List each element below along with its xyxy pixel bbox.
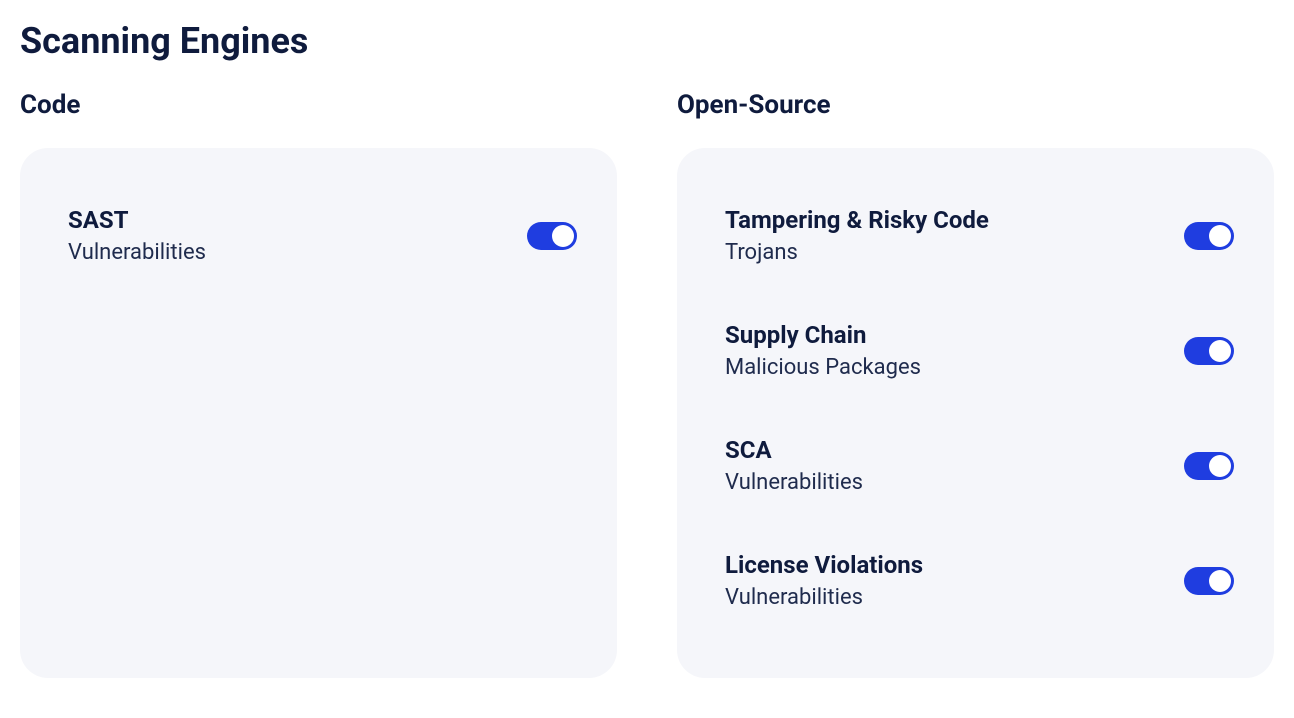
toggle-knob [1209, 455, 1231, 477]
section-title-open-source: Open-Source [677, 90, 1274, 120]
engine-name: SCA [725, 436, 863, 464]
engine-desc: Vulnerabilities [725, 470, 863, 495]
engine-name: Tampering & Risky Code [725, 206, 989, 234]
engine-text: Tampering & Risky Code Trojans [725, 206, 989, 265]
engine-row-sast: SAST Vulnerabilities [68, 188, 577, 283]
engine-text: SAST Vulnerabilities [68, 206, 206, 265]
card-open-source: Tampering & Risky Code Trojans Supply Ch… [677, 148, 1274, 678]
engine-desc: Vulnerabilities [725, 585, 923, 610]
engine-desc: Trojans [725, 240, 989, 265]
section-title-code: Code [20, 90, 617, 120]
toggle-tampering[interactable] [1184, 222, 1234, 250]
toggle-license[interactable] [1184, 567, 1234, 595]
engine-row-tampering: Tampering & Risky Code Trojans [725, 188, 1234, 283]
card-code: SAST Vulnerabilities [20, 148, 617, 678]
engine-text: Supply Chain Malicious Packages [725, 321, 921, 380]
toggle-knob [1209, 570, 1231, 592]
engine-text: License Violations Vulnerabilities [725, 551, 923, 610]
engine-name: License Violations [725, 551, 923, 579]
columns-container: Code SAST Vulnerabilities Open-Source Ta… [20, 90, 1274, 678]
toggle-knob [1209, 225, 1231, 247]
toggle-sast[interactable] [527, 222, 577, 250]
engine-name: SAST [68, 206, 206, 234]
toggle-supply-chain[interactable] [1184, 337, 1234, 365]
toggle-sca[interactable] [1184, 452, 1234, 480]
engine-row-supply-chain: Supply Chain Malicious Packages [725, 303, 1234, 398]
column-code: Code SAST Vulnerabilities [20, 90, 617, 678]
page-title: Scanning Engines [20, 20, 1274, 62]
engine-row-license: License Violations Vulnerabilities [725, 533, 1234, 628]
toggle-knob [552, 225, 574, 247]
toggle-knob [1209, 340, 1231, 362]
column-open-source: Open-Source Tampering & Risky Code Troja… [677, 90, 1274, 678]
engine-name: Supply Chain [725, 321, 921, 349]
engine-row-sca: SCA Vulnerabilities [725, 418, 1234, 513]
engine-desc: Vulnerabilities [68, 240, 206, 265]
engine-text: SCA Vulnerabilities [725, 436, 863, 495]
engine-desc: Malicious Packages [725, 355, 921, 380]
